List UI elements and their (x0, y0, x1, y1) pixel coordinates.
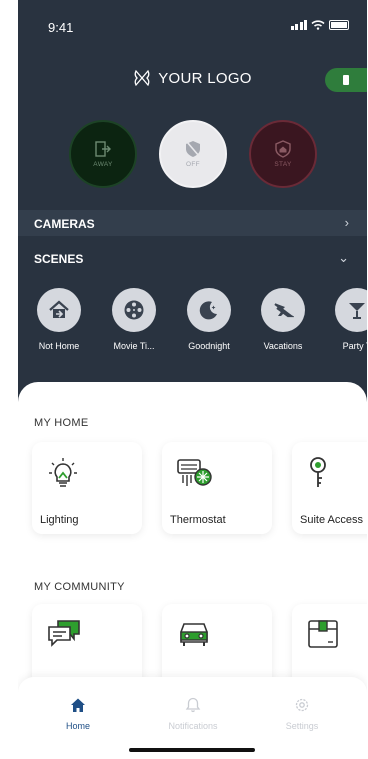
cameras-row[interactable]: CAMERAS › (18, 210, 367, 236)
house-arrow-icon (37, 288, 81, 332)
app-logo: YOUR LOGO (18, 69, 367, 91)
scene-item[interactable]: Not Home (24, 288, 94, 351)
status-time: 9:41 (48, 20, 74, 35)
mode-stay-button[interactable]: STAY (249, 120, 317, 188)
tab-settings[interactable]: Settings (262, 695, 342, 731)
scene-name: Movie Ti... (113, 341, 155, 351)
wifi-icon (311, 20, 325, 30)
chevron-right-icon: › (344, 215, 349, 230)
header-panel: 9:41 YOUR LOGO AWAY OFF STAY CAMERAS › S… (18, 0, 367, 420)
tab-home-label: Home (65, 721, 90, 731)
mode-off-button[interactable]: OFF (159, 120, 227, 188)
chevron-down-icon: ⌄ (338, 250, 349, 265)
scene-item[interactable]: Party T (322, 288, 367, 351)
my-community-heading: MY COMMUNITY (34, 581, 125, 593)
logo-icon (134, 69, 150, 87)
tab-home[interactable]: Home (38, 695, 118, 731)
mode-away-label: AWAY (93, 161, 113, 168)
scene-name: Party T (342, 341, 367, 351)
scenes-row[interactable]: SCENES ⌄ (18, 245, 367, 271)
lightbulb-icon (49, 458, 77, 487)
mode-stay-label: STAY (274, 161, 292, 168)
door-icon (343, 75, 349, 85)
my-home-heading: MY HOME (34, 417, 89, 429)
car-icon (180, 623, 208, 646)
tab-bar: Home Notifications Settings (18, 677, 367, 759)
key-icon (310, 457, 326, 487)
scenes-label: SCENES (34, 252, 84, 266)
scene-name: Not Home (38, 341, 80, 351)
moon-icon (187, 288, 231, 332)
signal-icon (290, 20, 307, 30)
card-label: Lighting (40, 514, 79, 526)
exit-icon (95, 141, 111, 157)
shield-home-icon (275, 140, 291, 158)
bell-icon (185, 697, 201, 713)
chat-icon (48, 620, 80, 647)
scene-name: Goodnight (188, 341, 230, 351)
tab-settings-label: Settings (285, 721, 319, 731)
shield-off-icon (186, 141, 200, 157)
mode-away-button[interactable]: AWAY (69, 120, 137, 188)
tab-notifications[interactable]: Notifications (153, 695, 233, 731)
cameras-label: CAMERAS (34, 217, 95, 231)
scene-item[interactable]: Vacations (248, 288, 318, 351)
battery-icon (329, 20, 349, 30)
film-reel-icon (112, 288, 156, 332)
card-label: Suite Access (300, 514, 363, 526)
suite-access-card[interactable]: Suite Access (292, 442, 367, 534)
door-toggle-button[interactable] (325, 68, 367, 92)
thermostat-icon (177, 459, 212, 486)
home-icon (71, 698, 85, 712)
package-icon (308, 620, 338, 648)
thermostat-card[interactable]: Thermostat (162, 442, 272, 534)
tab-notifications-label: Notifications (168, 721, 218, 731)
gear-icon (295, 698, 309, 712)
cocktail-icon (335, 288, 367, 332)
status-bar: 9:41 (48, 20, 349, 38)
scene-item[interactable]: Movie Ti... (99, 288, 169, 351)
lighting-card[interactable]: Lighting (32, 442, 142, 534)
phone-screen: 9:41 YOUR LOGO AWAY OFF STAY CAMERAS › S… (18, 0, 367, 759)
logo-text: YOUR LOGO (158, 69, 252, 87)
airplane-icon (261, 288, 305, 332)
scene-name: Vacations (263, 341, 303, 351)
home-indicator[interactable] (129, 748, 255, 752)
mode-off-label: OFF (186, 161, 200, 168)
card-label: Thermostat (170, 514, 226, 526)
scene-item[interactable]: Goodnight (174, 288, 244, 351)
scenes-list: Not Home Movie Ti... Goodnight Vacations (36, 288, 367, 358)
